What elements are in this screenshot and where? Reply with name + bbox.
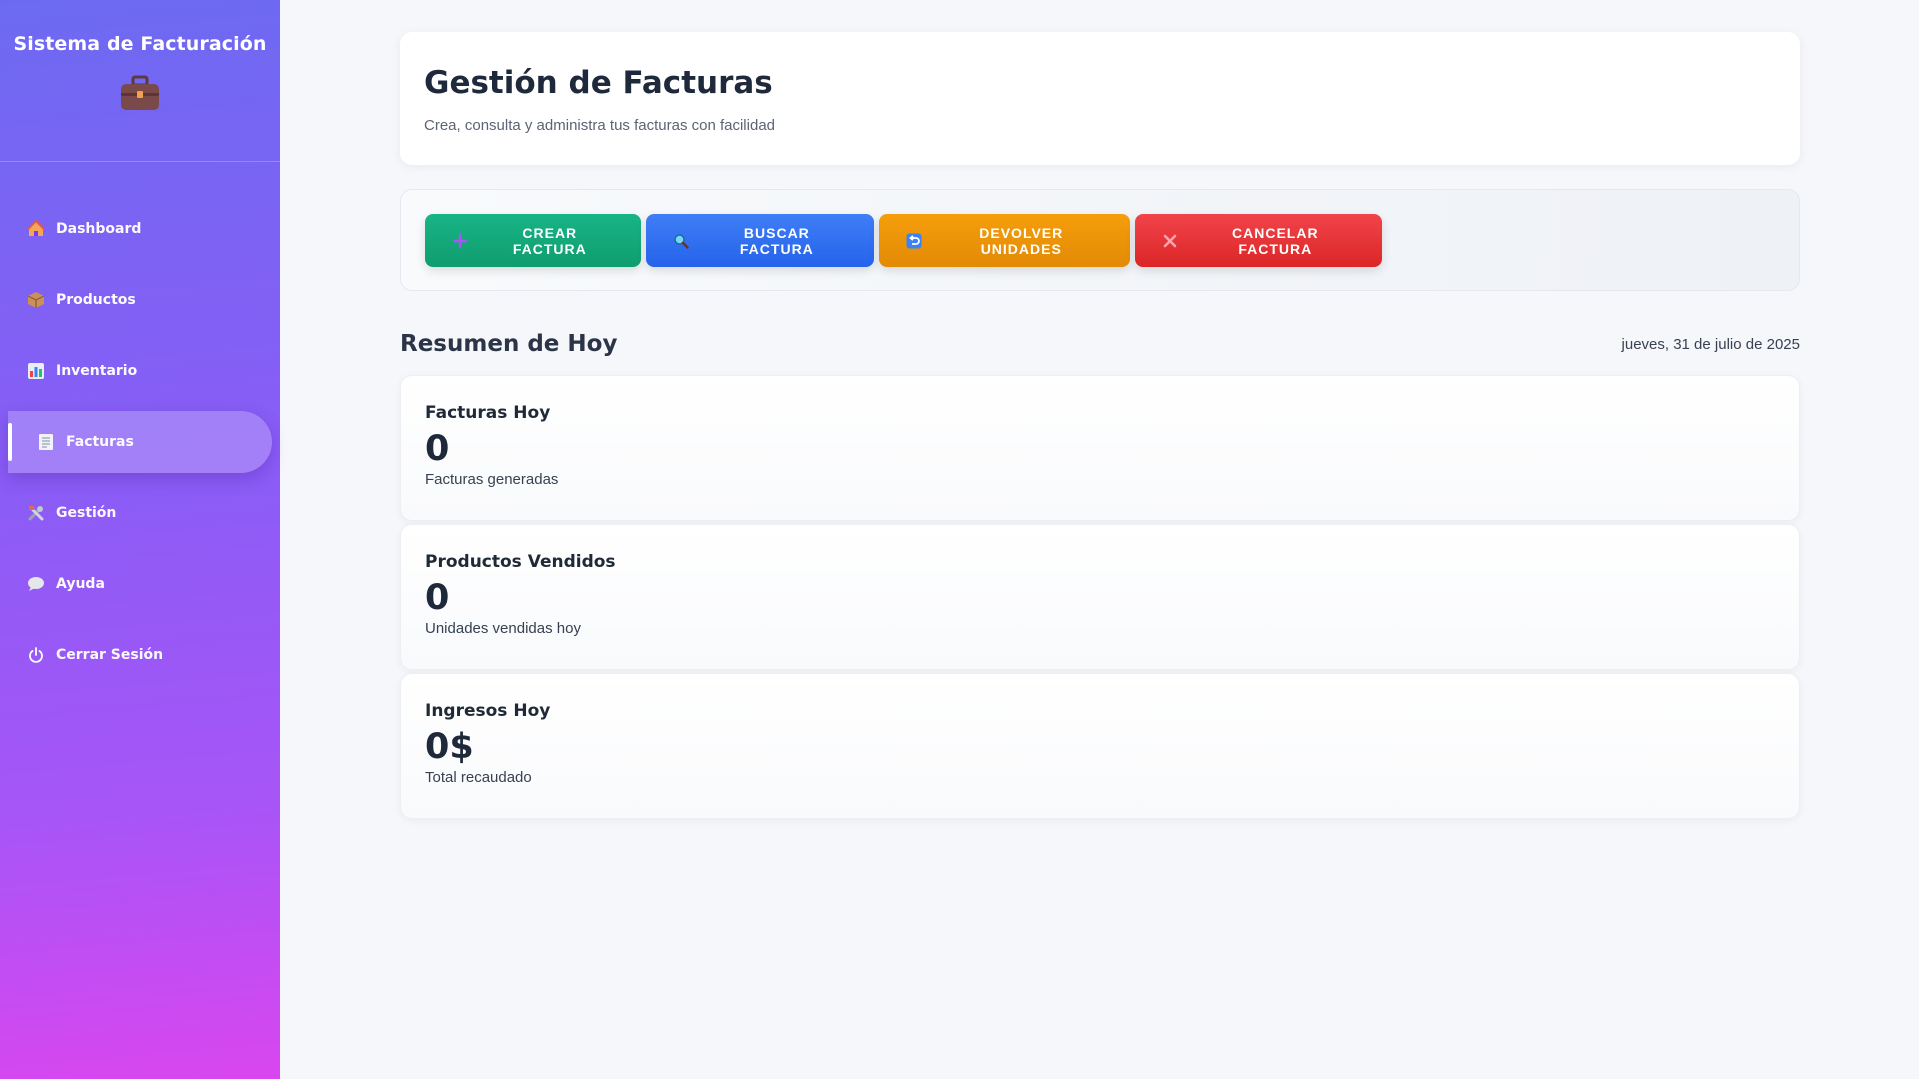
stat-value: 0 <box>425 578 450 618</box>
sidebar-item-facturas[interactable]: Facturas <box>8 411 272 473</box>
cancelar-factura-button[interactable]: CANCELAR FACTURA <box>1135 214 1382 267</box>
stat-value: 0 <box>425 429 450 469</box>
plus-icon <box>451 232 469 250</box>
stat-title: Productos Vendidos <box>425 552 616 572</box>
page-subtitle: Crea, consulta y administra tus facturas… <box>424 117 775 134</box>
sidebar-item-cerrar-sesion[interactable]: Cerrar Sesión <box>8 624 272 686</box>
sidebar-item-label: Productos <box>56 292 136 308</box>
bar-chart-icon <box>26 361 46 381</box>
sidebar-item-gestion[interactable]: Gestión <box>8 482 272 544</box>
stat-value: 0$ <box>425 727 474 767</box>
sidebar: Sistema de Facturación Dashboard Product… <box>0 0 280 1079</box>
briefcase-icon <box>121 75 159 110</box>
sidebar-item-label: Inventario <box>56 363 138 379</box>
magnifier-icon <box>672 232 690 250</box>
stat-card-productos-vendidos: Productos Vendidos 0 Unidades vendidas h… <box>400 524 1800 670</box>
page-title: Gestión de Facturas <box>424 65 773 101</box>
speech-bubble-icon <box>26 574 46 594</box>
stat-title: Facturas Hoy <box>425 403 551 423</box>
devolver-unidades-button[interactable]: DEVOLVER UNIDADES <box>879 214 1130 267</box>
sidebar-item-label: Dashboard <box>56 221 142 237</box>
button-label: DEVOLVER UNIDADES <box>979 224 1064 257</box>
sidebar-item-label: Cerrar Sesión <box>56 647 164 663</box>
sidebar-nav: Dashboard Productos Inventario Facturas … <box>0 198 280 686</box>
return-icon <box>905 232 923 250</box>
stat-title: Ingresos Hoy <box>425 701 551 721</box>
cross-icon <box>1161 232 1179 250</box>
sidebar-item-label: Facturas <box>66 434 134 450</box>
app-title: Sistema de Facturación <box>13 33 267 55</box>
package-icon <box>26 290 46 310</box>
buscar-factura-button[interactable]: BUSCAR FACTURA <box>646 214 874 267</box>
button-label: BUSCAR FACTURA <box>739 224 814 257</box>
crear-factura-button[interactable]: CREAR FACTURA <box>425 214 641 267</box>
tools-icon <box>26 503 46 523</box>
sidebar-brand: Sistema de Facturación <box>0 0 280 162</box>
stat-card-ingresos-hoy: Ingresos Hoy 0$ Total recaudado <box>400 673 1800 819</box>
receipt-icon <box>36 432 56 452</box>
stat-description: Unidades vendidas hoy <box>425 620 581 637</box>
sidebar-item-label: Gestión <box>56 505 117 521</box>
sidebar-item-ayuda[interactable]: Ayuda <box>8 553 272 615</box>
sidebar-item-dashboard[interactable]: Dashboard <box>8 198 272 260</box>
summary-date: jueves, 31 de julio de 2025 <box>1621 335 1800 353</box>
page-header: Gestión de Facturas Crea, consulta y adm… <box>400 32 1800 165</box>
button-label: CREAR FACTURA <box>512 224 587 257</box>
main-content: Gestión de Facturas Crea, consulta y adm… <box>400 0 1800 822</box>
sidebar-item-inventario[interactable]: Inventario <box>8 340 272 402</box>
stat-description: Total recaudado <box>425 769 532 786</box>
stat-description: Facturas generadas <box>425 471 559 488</box>
summary-title: Resumen de Hoy <box>400 331 618 357</box>
house-icon <box>26 219 46 239</box>
power-icon <box>26 645 46 665</box>
summary-header: Resumen de Hoy jueves, 31 de julio de 20… <box>400 329 1800 359</box>
stat-card-facturas-hoy: Facturas Hoy 0 Facturas generadas <box>400 375 1800 521</box>
button-label: CANCELAR FACTURA <box>1232 224 1319 257</box>
sidebar-item-label: Ayuda <box>56 576 105 592</box>
actions-bar: CREAR FACTURA BUSCAR FACTURA DEVOLVER UN… <box>400 189 1800 291</box>
sidebar-item-productos[interactable]: Productos <box>8 269 272 331</box>
